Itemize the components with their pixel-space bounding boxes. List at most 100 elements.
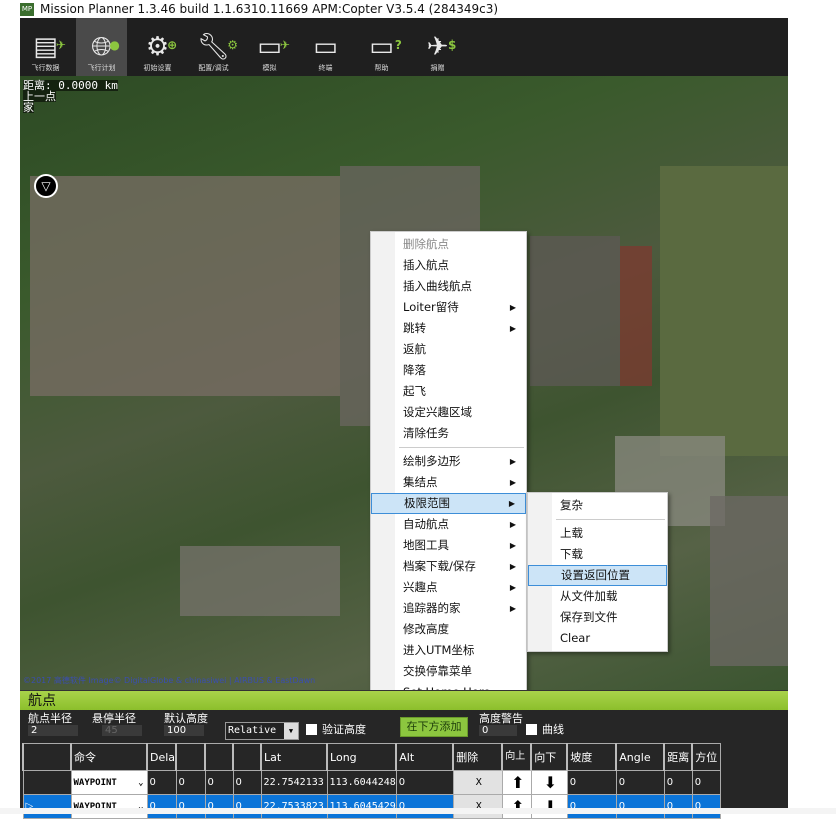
cell-delay[interactable]: 0 [146, 770, 177, 795]
toolbar-config-tuning[interactable]: 🔧︎ ⚙ 配置/调试 [188, 18, 239, 76]
cell-lat[interactable]: 22.7542133 [260, 770, 328, 795]
toolbar-label: 配置/调试 [198, 64, 229, 72]
menu-file-load-save[interactable]: 档案下载/保存 ▶ [371, 556, 526, 577]
col-header-delete: 删除 [452, 743, 503, 771]
loiter-radius-label: 悬停半径 [92, 712, 136, 725]
cell-dist: 0 [663, 794, 693, 819]
toolbar-simulation[interactable]: ▭ ✈ 模拟 [244, 18, 295, 76]
submenu-load-file[interactable]: 从文件加载 [528, 586, 667, 607]
menu-auto-wp[interactable]: 自动航点 ▶ [371, 514, 526, 535]
cell-p3[interactable]: 0 [204, 794, 234, 819]
col-header-p2 [175, 743, 206, 771]
submenu-set-return[interactable]: 设置返回位置 [528, 565, 667, 586]
spline-checkbox[interactable] [526, 724, 537, 735]
submenu-complex[interactable]: 复杂 [528, 495, 667, 516]
up-arrow-icon[interactable]: ⬆ [501, 794, 532, 819]
toolbar-donate[interactable]: ✈ $ 捐赠 [412, 18, 463, 76]
command-select[interactable]: WAYPOINT ⌄ [70, 770, 148, 795]
plane-dollar-icon: ✈ $ [426, 32, 457, 62]
loiter-radius-input[interactable]: 45 [102, 725, 142, 736]
alt-warn-label: 高度警告 [479, 712, 523, 725]
cell-alt[interactable]: 0 [395, 794, 454, 819]
wp-radius-input[interactable]: 2 [28, 725, 78, 736]
col-header [22, 743, 72, 771]
menu-rtl[interactable]: 返航 [371, 339, 526, 360]
menu-poi[interactable]: 兴趣点 ▶ [371, 577, 526, 598]
submenu-download[interactable]: 下载 [528, 544, 667, 565]
toolbar-label: 终端 [318, 64, 333, 72]
spline-label: 曲线 [542, 723, 564, 736]
menu-insert-spline-wp[interactable]: 插入曲线航点 [371, 276, 526, 297]
table-row[interactable]: WAYPOINT ⌄ 0 0 0 0 22.7542133 113.604424… [22, 770, 721, 795]
compass-icon[interactable]: ▽ [34, 174, 58, 198]
default-alt-input[interactable]: 100 [164, 725, 204, 736]
cell-alt[interactable]: 0 [395, 770, 454, 795]
delete-button[interactable]: X [452, 770, 503, 795]
cell-lat[interactable]: 22.7533823 [260, 794, 328, 819]
menu-map-tools[interactable]: 地图工具 ▶ [371, 535, 526, 556]
menu-swap-dock[interactable]: 交换停靠菜单 [371, 661, 526, 682]
verify-height-checkbox[interactable] [306, 724, 317, 735]
monitor-help-icon: ▭? [369, 32, 402, 62]
cell-delay[interactable]: 0 [146, 794, 177, 819]
menu-loiter[interactable]: Loiter留待 ▶ [371, 297, 526, 318]
add-below-button[interactable]: 在下方添加 [400, 717, 468, 737]
menu-jump[interactable]: 跳转 ▶ [371, 318, 526, 339]
up-arrow-icon[interactable]: ⬆ [501, 770, 532, 795]
toolbar-label: 捐赠 [430, 64, 445, 72]
toolbar-flight-plan[interactable]: 🌐︎ ● 飞行计划 [76, 18, 127, 76]
alt-warn-input[interactable]: 0 [479, 725, 517, 736]
main-toolbar: ▤ ✈ 飞行数据 🌐︎ ● 飞行计划 ⚙ ⊕ 初始设置 🔧︎ ⚙ 配置/调试 ▭ ✈ 模拟 ▭ 终端 … [20, 18, 788, 76]
cell-p3[interactable]: 0 [204, 770, 234, 795]
toolbar-initial-setup[interactable]: ⚙ ⊕ 初始设置 [132, 18, 183, 76]
submenu-arrow-icon: ▶ [509, 604, 516, 613]
cell-p4[interactable]: 0 [232, 794, 262, 819]
submenu-save-file[interactable]: 保存到文件 [528, 607, 667, 628]
col-header-alt: Alt [395, 743, 454, 771]
cell-long[interactable]: 113.6044248 [326, 770, 397, 795]
toolbar-flight-data[interactable]: ▤ ✈ 飞行数据 [20, 18, 71, 76]
menu-enter-utm[interactable]: 进入UTM坐标 [371, 640, 526, 661]
submenu-clear[interactable]: Clear [528, 628, 667, 649]
toolbar-label: 初始设置 [143, 64, 172, 72]
down-arrow-icon[interactable]: ⬇ [530, 794, 568, 819]
menu-insert-wp[interactable]: 插入航点 [371, 255, 526, 276]
col-header-lat: Lat [260, 743, 328, 771]
menu-delete-wp[interactable]: 删除航点 [371, 234, 526, 255]
submenu-upload[interactable]: 上载 [528, 523, 667, 544]
map-buildings [180, 546, 340, 616]
menu-set-roi[interactable]: 设定兴趣区域 [371, 402, 526, 423]
toolbar-help[interactable]: ▭? 帮助 [356, 18, 407, 76]
cell-long[interactable]: 113.6045429 [326, 794, 397, 819]
cell-dist: 0 [663, 770, 693, 795]
row-header-current-icon[interactable]: ▷ [22, 794, 72, 819]
menu-geofence[interactable]: 极限范围 ▶ [371, 493, 526, 514]
geofence-submenu: 复杂 上载 下载 设置返回位置 从文件加载 保存到文件 Clear [527, 492, 668, 652]
map-field [660, 166, 788, 456]
menu-modify-alt[interactable]: 修改高度 [371, 619, 526, 640]
delete-button[interactable]: X [452, 794, 503, 819]
col-header-dist: 距离 [663, 743, 693, 771]
toolbar-terminal[interactable]: ▭ 终端 [300, 18, 351, 76]
table-row-selected[interactable]: ▷ WAYPOINT ⌄ 0 0 0 0 22.7533823 113.6045… [22, 794, 721, 819]
title-bar: MP Mission Planner 1.3.46 build 1.1.6310… [0, 0, 836, 18]
row-header[interactable] [22, 770, 72, 795]
col-header-p3 [204, 743, 234, 771]
menu-rally[interactable]: 集结点 ▶ [371, 472, 526, 493]
monitor-terminal-icon: ▭ [313, 32, 338, 62]
submenu-arrow-icon: ▶ [509, 541, 516, 550]
down-arrow-icon[interactable]: ⬇ [530, 770, 568, 795]
submenu-arrow-icon: ▶ [509, 324, 516, 333]
frame-select[interactable]: Relative ▼ [225, 722, 299, 740]
cell-p2[interactable]: 0 [175, 794, 206, 819]
cell-p4[interactable]: 0 [232, 770, 262, 795]
menu-clear-mission[interactable]: 清除任务 [371, 423, 526, 444]
menu-tracker-home[interactable]: 追踪器的家 ▶ [371, 598, 526, 619]
menu-takeoff[interactable]: 起飞 [371, 381, 526, 402]
menu-land[interactable]: 降落 [371, 360, 526, 381]
command-select[interactable]: WAYPOINT ⌄ [70, 794, 148, 819]
menu-draw-polygon[interactable]: 绘制多边形 ▶ [371, 451, 526, 472]
cell-p2[interactable]: 0 [175, 770, 206, 795]
globe-pin-icon: 🌐︎ ● [91, 32, 120, 62]
cell-grad: 0 [566, 794, 617, 819]
